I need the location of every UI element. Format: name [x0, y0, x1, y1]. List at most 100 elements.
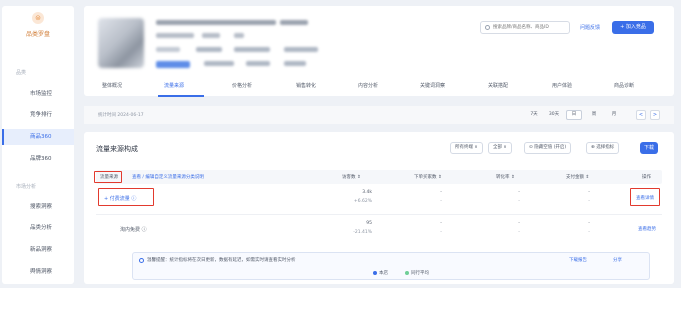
period-30d[interactable]: 30天: [546, 110, 562, 120]
legend-own-store: 本店: [373, 270, 388, 276]
search-input[interactable]: [493, 23, 567, 32]
product-meta-blurred: [284, 47, 318, 52]
legend-dot-icon: [405, 270, 409, 275]
compare-select[interactable]: 全部 ∨: [488, 142, 512, 154]
info-icon: [139, 258, 144, 263]
tab-overview[interactable]: 整体概况: [102, 82, 122, 89]
view-trend-link[interactable]: 查看趋势: [638, 226, 656, 232]
app-frame: ⊜ 品类罗盘 品类 市场监控 竞争排行 商品360 品牌360 市场分析 搜索洞…: [0, 0, 681, 288]
col-action: 操作: [642, 175, 651, 180]
product-meta-blurred: [204, 61, 234, 66]
product-meta-blurred: [246, 61, 270, 66]
product-meta-blurred: [156, 47, 180, 52]
tab-experience[interactable]: 用户体验: [552, 82, 572, 89]
section-title: 流量来源构成: [96, 145, 138, 153]
notice-text: 温馨提醒：统计指标将在次日更新，数据有延迟，如需实时请查看实时分析: [147, 258, 296, 263]
compass-icon: ⊜: [32, 12, 44, 24]
product-title-blurred: [280, 20, 308, 25]
cell-buyers: -: [440, 190, 442, 195]
tab-conversion[interactable]: 销售转化: [296, 82, 316, 89]
row-free-traffic-label: 淘内免费 ⓘ: [120, 227, 147, 233]
cell-conversion: -: [518, 190, 520, 195]
download-report-link[interactable]: 下载报告: [569, 257, 587, 263]
prev-date-button[interactable]: <: [636, 110, 646, 120]
hide-empty-toggle[interactable]: ⊙ 隐藏空值 (开启): [524, 142, 572, 154]
share-link[interactable]: 分享: [613, 257, 622, 263]
product-meta-blurred: [284, 61, 306, 66]
brand[interactable]: ⊜ 品类罗盘: [2, 12, 74, 38]
sidebar-item-product-360[interactable]: 商品360: [2, 129, 74, 145]
cell-visitors-change: +6.62%: [353, 199, 372, 204]
cell-conversion-change: -: [518, 199, 520, 204]
product-meta-blurred: [234, 33, 244, 38]
product-tag-blurred: [156, 61, 190, 68]
sidebar-item-category[interactable]: 品类分析: [2, 220, 74, 236]
sidebar-item-new-products[interactable]: 新品洞察: [2, 242, 74, 258]
col-visitors[interactable]: 访客数 ⇕: [342, 174, 361, 180]
legend-label: 同行平均: [411, 271, 429, 276]
product-meta-blurred: [234, 47, 270, 52]
product-thumbnail: [98, 18, 144, 68]
cell-amount: -: [588, 221, 590, 226]
cell-conversion: -: [518, 221, 520, 226]
cell-amount-change: -: [588, 230, 590, 235]
col-conversion[interactable]: 转化率 ⇕: [496, 174, 515, 180]
product-meta-blurred: [202, 33, 220, 38]
brand-label: 品类罗盘: [25, 31, 50, 38]
tab-diagnosis[interactable]: 商品诊断: [614, 82, 634, 89]
next-date-button[interactable]: >: [650, 110, 660, 120]
product-search[interactable]: [480, 21, 570, 34]
cell-amount-change: -: [588, 199, 590, 204]
cell-buyers: -: [440, 221, 442, 226]
tab-keywords[interactable]: 关键词洞察: [420, 82, 445, 89]
row-divider: [96, 214, 662, 215]
highlight-box-details: [630, 188, 660, 206]
analysis-tabs: 整体概况 流量来源 价格分析 销售转化 内容分析 关键词洞察 关联搭配 用户体验…: [98, 82, 662, 97]
notice-banner: 温馨提醒：统计指标将在次日更新，数据有延迟，如需实时请查看实时分析 下载报告 分…: [132, 252, 650, 280]
sidebar-group-label: 品类: [16, 70, 27, 76]
tab-price[interactable]: 价格分析: [232, 82, 252, 89]
sidebar-item-ranking[interactable]: 竞争排行: [2, 107, 74, 123]
tab-bundle[interactable]: 关联搭配: [488, 82, 508, 89]
download-button[interactable]: 下载: [640, 142, 658, 154]
tab-content[interactable]: 内容分析: [358, 82, 378, 89]
col-amount[interactable]: 支付金额 ⇕: [566, 174, 589, 180]
stat-date: 统计时间 2024-06-17: [98, 113, 144, 118]
cell-conversion-change: -: [518, 230, 520, 235]
sidebar-group-label: 市场分析: [16, 184, 37, 190]
cell-buyers-change: -: [440, 199, 442, 204]
feedback-link[interactable]: 问题反馈: [580, 24, 600, 31]
select-metrics-button[interactable]: ⊕ 选择指标: [586, 142, 620, 154]
col-source-help-link[interactable]: 查看 / 编辑自定义流量来源分类说明: [132, 174, 204, 180]
col-buyers[interactable]: 下单买家数 ⇕: [414, 174, 442, 180]
sidebar-item-sentiment[interactable]: 舆情洞察: [2, 264, 74, 280]
add-competitor-button[interactable]: + 加入竞品: [612, 21, 654, 34]
period-day[interactable]: 日: [566, 110, 582, 120]
legend-peer-average: 同行平均: [405, 270, 429, 276]
cell-buyers-change: -: [440, 230, 442, 235]
product-title-blurred: [156, 20, 276, 25]
legend-dot-icon: [373, 270, 377, 275]
cell-visitors: 95: [366, 221, 372, 226]
cell-visitors-change: -21.41%: [353, 230, 372, 235]
period-7d[interactable]: 7天: [526, 110, 542, 120]
highlight-box-source-header: [94, 171, 122, 183]
search-icon: [485, 25, 490, 30]
highlight-box-paid-row: [98, 188, 154, 206]
traffic-source-card: 流量来源构成 所有终端 ∨ 全部 ∨ ⊙ 隐藏空值 (开启) ⊕ 选择指标 下载…: [84, 132, 674, 284]
cell-visitors: 3.4k: [362, 190, 372, 195]
legend-label: 本店: [379, 271, 388, 276]
product-meta-blurred: [156, 33, 194, 38]
tab-traffic-source[interactable]: 流量来源: [164, 82, 184, 89]
active-tab-indicator: [158, 95, 204, 97]
product-header-card: 问题反馈 + 加入竞品 整体概况 流量来源 价格分析 销售转化 内容分析 关键词…: [84, 6, 674, 97]
terminal-select[interactable]: 所有终端 ∨: [450, 142, 483, 154]
sidebar-item-search[interactable]: 搜索洞察: [2, 199, 74, 215]
sidebar-item-market-monitor[interactable]: 市场监控: [2, 86, 74, 102]
period-month[interactable]: 月: [606, 110, 622, 120]
product-meta-blurred: [196, 47, 222, 52]
date-filter-bar: 统计时间 2024-06-17 7天 30天 日 周 月 < >: [84, 106, 674, 124]
period-week[interactable]: 周: [586, 110, 602, 120]
sidebar: ⊜ 品类罗盘 品类 市场监控 竞争排行 商品360 品牌360 市场分析 搜索洞…: [2, 6, 74, 284]
sidebar-item-brand-360[interactable]: 品牌360: [2, 151, 74, 167]
